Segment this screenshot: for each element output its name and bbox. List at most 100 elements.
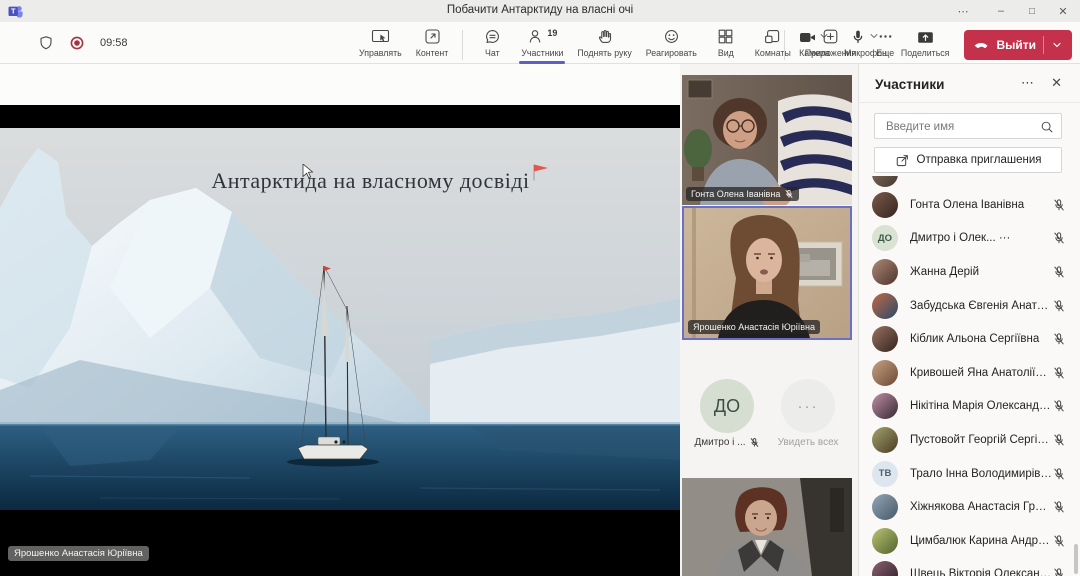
mic-off-icon[interactable] bbox=[1052, 265, 1066, 279]
participant-row[interactable]: ДО Дмитро і Олек... ··· bbox=[859, 222, 1080, 256]
content-button[interactable]: Контент bbox=[409, 27, 456, 59]
participant-avatar bbox=[872, 293, 898, 319]
window-title: Побачити Антарктиду на власні очі bbox=[240, 4, 840, 16]
video-tile-yaroshenko-active[interactable]: Ярошенко Анастасія Юріївна bbox=[682, 206, 852, 340]
smiley-icon bbox=[663, 28, 680, 45]
video-feed bbox=[684, 208, 850, 338]
participants-panel-header: Участники ⋯ ✕ bbox=[859, 64, 1080, 103]
minimize-button[interactable]: – bbox=[984, 0, 1018, 22]
participant-name: Кіблик Альона Сергіївна bbox=[910, 333, 1052, 345]
leave-chevron-icon[interactable] bbox=[1051, 39, 1063, 51]
participant-avatar bbox=[872, 427, 898, 453]
titlebar-more-button[interactable]: ⋯ bbox=[946, 0, 980, 22]
send-invite-button[interactable]: Отправка приглашения bbox=[874, 147, 1062, 173]
participant-avatar: ТВ bbox=[872, 461, 898, 487]
overflow-avatar-do-label: Дмитро і ... bbox=[688, 437, 766, 448]
participant-row[interactable]: Швець Вікторія Олександрівна bbox=[859, 558, 1080, 576]
manage-button[interactable]: Управлять bbox=[352, 27, 409, 59]
close-button[interactable]: ✕ bbox=[1046, 0, 1080, 22]
see-all-avatar[interactable]: ··· bbox=[781, 379, 835, 433]
participant-avatar bbox=[872, 259, 898, 285]
mic-off-icon[interactable] bbox=[1052, 500, 1066, 514]
participant-row[interactable]: Нікітіна Марія Олександрівна bbox=[859, 390, 1080, 424]
recording-indicator-icon bbox=[69, 35, 85, 51]
raise-hand-icon bbox=[596, 28, 613, 45]
red-flag-icon bbox=[532, 163, 549, 182]
participant-name: Кривошей Яна Анатоліївна bbox=[910, 367, 1052, 379]
mic-off-icon[interactable] bbox=[1052, 467, 1066, 481]
participant-row[interactable]: Гонта Олена Іванівна bbox=[859, 188, 1080, 222]
mic-off-icon[interactable] bbox=[1052, 567, 1066, 576]
participants-panel: Участники ⋯ ✕ Отправка приглашения bbox=[858, 64, 1080, 576]
invite-share-icon bbox=[895, 153, 910, 168]
video-name-badge: Ярошенко Анастасія Юріївна bbox=[688, 320, 820, 334]
chat-button[interactable]: Чат bbox=[470, 27, 514, 59]
mic-off-icon[interactable] bbox=[1052, 198, 1066, 212]
window-titlebar: T Побачити Антарктиду на власні очі ⋯ – … bbox=[0, 0, 1080, 22]
maximize-button[interactable]: □ bbox=[1015, 0, 1049, 22]
participant-list[interactable]: Гонта Олена Іванівна ДО Дмитро і Олек...… bbox=[859, 176, 1080, 576]
video-name-badge: Гонта Олена Іванівна bbox=[686, 187, 799, 201]
hang-up-icon bbox=[973, 37, 989, 53]
video-tile-bottom[interactable] bbox=[682, 478, 852, 576]
panel-close-button[interactable]: ✕ bbox=[1051, 75, 1062, 91]
participants-button[interactable]: 19 Участники bbox=[514, 27, 570, 59]
participant-row[interactable]: Кривошей Яна Анатоліївна bbox=[859, 356, 1080, 390]
view-button[interactable]: Вид bbox=[704, 27, 748, 59]
leave-button-divider bbox=[1043, 36, 1044, 54]
mic-off-icon[interactable] bbox=[1052, 366, 1066, 380]
panel-scrollbar[interactable] bbox=[1074, 544, 1078, 574]
camera-button[interactable]: Камера bbox=[792, 27, 837, 59]
participant-row[interactable]: Кіблик Альона Сергіївна bbox=[859, 322, 1080, 356]
share-screen-icon bbox=[917, 30, 934, 45]
camera-icon bbox=[799, 30, 816, 45]
react-button[interactable]: Реагировать bbox=[639, 27, 704, 59]
participant-avatar bbox=[872, 360, 898, 386]
microphone-button[interactable]: Микрофон bbox=[837, 27, 894, 59]
search-icon bbox=[1040, 120, 1054, 134]
camera-chevron-icon[interactable] bbox=[818, 30, 830, 42]
teams-logo-icon: T bbox=[8, 4, 23, 18]
microphone-icon bbox=[850, 29, 866, 45]
participant-row[interactable]: ТВ Трало Інна Володимирівна bbox=[859, 457, 1080, 491]
mic-off-icon bbox=[749, 437, 760, 448]
participant-row[interactable]: Хіжнякова Анастасія Григорі... bbox=[859, 490, 1080, 524]
mic-off-icon[interactable] bbox=[1052, 332, 1066, 346]
leave-button[interactable]: Выйти bbox=[964, 30, 1072, 60]
participant-row[interactable]: Пустовойт Георгій Сергійович bbox=[859, 423, 1080, 457]
see-all-label: Увидеть всех bbox=[769, 437, 847, 448]
mic-off-icon[interactable] bbox=[1052, 299, 1066, 313]
mic-off-icon[interactable] bbox=[1052, 433, 1066, 447]
mic-off-icon[interactable] bbox=[1052, 534, 1066, 548]
monitor-cursor-icon bbox=[371, 28, 390, 45]
grid-view-icon bbox=[717, 28, 734, 45]
panel-more-button[interactable]: ⋯ bbox=[1021, 75, 1034, 91]
meeting-toolbar: 09:58 Управлять Контент bbox=[0, 22, 1080, 64]
mic-off-icon[interactable] bbox=[1052, 231, 1066, 245]
participant-avatar bbox=[872, 326, 898, 352]
participant-name: Хіжнякова Анастасія Григорі... bbox=[910, 501, 1052, 513]
participant-row[interactable]: Цимбалюк Карина Андріївна bbox=[859, 524, 1080, 558]
video-feed bbox=[682, 75, 852, 205]
share-button[interactable]: Поделиться bbox=[894, 27, 957, 59]
participant-name: Швець Вікторія Олександрівна bbox=[910, 568, 1052, 576]
participant-name: Жанна Дерій bbox=[910, 266, 1052, 278]
mic-off-icon bbox=[784, 189, 794, 199]
participant-name: Дмитро і Олек... ··· bbox=[910, 232, 1052, 244]
chat-icon bbox=[484, 28, 501, 45]
meeting-timer: 09:58 bbox=[100, 37, 128, 49]
microphone-chevron-icon[interactable] bbox=[868, 30, 880, 42]
participant-row[interactable]: Забудська Євгенія Анатоліївна bbox=[859, 289, 1080, 323]
video-tile-gonta[interactable]: Гонта Олена Іванівна bbox=[682, 75, 852, 205]
raise-hand-button[interactable]: Поднять руку bbox=[570, 27, 638, 59]
mic-off-icon[interactable] bbox=[1052, 399, 1066, 413]
slide-title: Антарктида на власному досвіді bbox=[140, 163, 620, 194]
mouse-cursor bbox=[302, 164, 314, 179]
participant-name: Нікітіна Марія Олександрівна bbox=[910, 400, 1052, 412]
open-content-icon bbox=[424, 28, 441, 45]
participant-avatar bbox=[872, 494, 898, 520]
overflow-avatar-do[interactable]: ДО bbox=[700, 379, 754, 433]
search-input[interactable] bbox=[884, 115, 1038, 139]
participant-avatar bbox=[872, 561, 898, 576]
participant-row[interactable]: Жанна Дерій bbox=[859, 255, 1080, 289]
